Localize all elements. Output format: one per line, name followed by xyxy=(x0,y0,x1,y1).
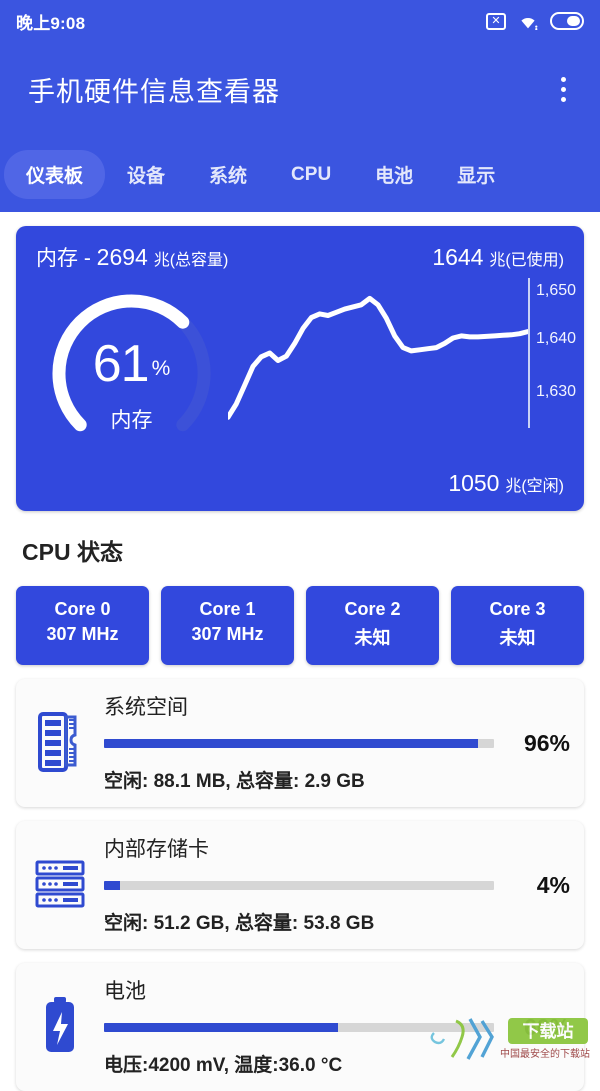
cpu-core-0[interactable]: Core 0 307 MHz xyxy=(16,586,149,665)
progress-bar-fill xyxy=(104,1023,338,1032)
progress-bar-battery xyxy=(104,1023,494,1032)
memory-chart-y-axis: 1,650 1,640 1,630 xyxy=(528,278,600,428)
status-bar-clock: 晚上9:08 xyxy=(16,13,86,33)
tab-cpu[interactable]: CPU xyxy=(269,153,353,197)
stat-card-system-space[interactable]: 系统空间 96% 空闲: 88.1 MB, 总容量: 2.9 GB xyxy=(16,679,584,807)
memory-free: 1050 兆(空闲) xyxy=(448,470,564,497)
y-tick-1650: 1,650 xyxy=(536,282,577,299)
cpu-core-freq: 未知 xyxy=(499,628,536,648)
progress-bar-system-space xyxy=(104,739,494,748)
stat-card-body: 电池 60% 电压:4200 mV, 温度:36.0 °C xyxy=(104,975,570,1077)
stat-card-percent: 4% xyxy=(536,872,570,898)
memory-gauge-percent-symbol: % xyxy=(151,356,171,380)
stat-card-percent: 96% xyxy=(523,730,570,756)
memory-gauge-center: 61% 内存 xyxy=(44,338,219,434)
cpu-core-name: Core 2 xyxy=(344,599,401,619)
memory-card: 内存 - 2694 兆(总容量) 1644 兆(已使用) 61% 内存 1,65… xyxy=(16,226,584,511)
memory-gauge-value-row: 61% xyxy=(44,338,219,390)
memory-free-value: 1050 xyxy=(448,470,500,496)
memory-total: 内存 - 2694 兆(总容量) xyxy=(36,244,229,270)
stat-card-percent: 60% xyxy=(523,1014,570,1040)
cpu-core-2[interactable]: Core 2 未知 xyxy=(306,586,439,665)
memory-total-value: 2694 xyxy=(96,244,148,270)
memory-used-value: 1644 xyxy=(432,244,484,270)
tab-bar: 仪表板 设备 系统 CPU 电池 显示 xyxy=(0,137,600,212)
tab-dashboard[interactable]: 仪表板 xyxy=(4,150,106,199)
battery-icon xyxy=(550,12,584,30)
y-tick-1630: 1,630 xyxy=(536,383,577,400)
page-title: 手机硬件信息查看器 xyxy=(28,77,280,107)
kebab-dot xyxy=(560,77,566,82)
app-bar: 手机硬件信息查看器 xyxy=(0,42,600,137)
tab-display[interactable]: 显示 xyxy=(435,150,517,199)
memory-gauge: 61% 内存 xyxy=(44,286,219,461)
memory-free-unit: 兆(空闲) xyxy=(505,478,564,495)
storage-rack-icon xyxy=(30,847,90,921)
memory-gauge-percent: 61 xyxy=(92,335,150,393)
cpu-core-name: Core 3 xyxy=(489,599,546,619)
progress-bar-fill xyxy=(104,739,479,748)
cpu-core-freq: 未知 xyxy=(354,628,391,648)
kebab-dot xyxy=(560,97,566,102)
cpu-core-freq: 307 MHz xyxy=(46,624,119,644)
progress-bar-fill xyxy=(104,881,120,890)
stat-card-subtitle: 空闲: 88.1 MB, 总容量: 2.9 GB xyxy=(104,771,365,792)
memory-total-unit: 兆(总容量) xyxy=(153,252,229,269)
cpu-core-name: Core 1 xyxy=(199,599,256,619)
memory-card-body: 61% 内存 1,650 1,640 1,630 xyxy=(36,272,576,467)
battery-bolt-icon xyxy=(30,989,90,1063)
stat-card-progress-row: 96% xyxy=(104,730,570,757)
cpu-section-title: CPU 状态 xyxy=(22,539,123,565)
stat-card-progress-row: 4% xyxy=(104,872,570,899)
memory-used-unit: 兆(已使用) xyxy=(489,252,564,269)
stat-card-title: 系统空间 xyxy=(104,696,188,719)
overflow-menu-icon[interactable] xyxy=(550,73,576,107)
tab-battery[interactable]: 电池 xyxy=(353,150,435,199)
memory-usage-chart xyxy=(225,278,531,428)
close-box-icon: ✕ xyxy=(486,12,506,30)
stat-card-body: 内部存储卡 4% 空闲: 51.2 GB, 总容量: 53.8 GB xyxy=(104,833,570,935)
memory-card-header: 内存 - 2694 兆(总容量) 1644 兆(已使用) xyxy=(36,242,564,272)
status-bar: 晚上9:08 ✕ xyxy=(0,0,600,42)
stat-card-subtitle: 电压:4200 mV, 温度:36.0 °C xyxy=(104,1055,343,1076)
cpu-core-list: Core 0 307 MHz Core 1 307 MHz Core 2 未知 … xyxy=(16,586,584,665)
memory-used: 1644 兆(已使用) xyxy=(432,244,564,271)
status-bar-icons: ✕ xyxy=(486,12,584,30)
cpu-core-3[interactable]: Core 3 未知 xyxy=(451,586,584,665)
stat-card-title: 电池 xyxy=(104,980,146,1003)
stat-card-internal-storage[interactable]: 内部存储卡 4% 空闲: 51.2 GB, 总容量: 53.8 GB xyxy=(16,821,584,949)
wifi-icon xyxy=(517,13,539,30)
tab-device[interactable]: 设备 xyxy=(105,150,187,199)
stat-card-battery[interactable]: 电池 60% 电压:4200 mV, 温度:36.0 °C xyxy=(16,963,584,1091)
cpu-core-name: Core 0 xyxy=(54,599,111,619)
stat-card-body: 系统空间 96% 空闲: 88.1 MB, 总容量: 2.9 GB xyxy=(104,691,570,793)
stat-card-progress-row: 60% xyxy=(104,1014,570,1041)
progress-bar-internal-storage xyxy=(104,881,494,890)
memory-gauge-label: 内存 xyxy=(110,409,153,432)
cpu-core-freq: 307 MHz xyxy=(191,624,264,644)
cpu-core-1[interactable]: Core 1 307 MHz xyxy=(161,586,294,665)
stat-card-title: 内部存储卡 xyxy=(104,838,209,861)
tab-system[interactable]: 系统 xyxy=(187,150,269,199)
stat-card-subtitle: 空闲: 51.2 GB, 总容量: 53.8 GB xyxy=(104,913,375,934)
kebab-dot xyxy=(560,87,566,92)
dashboard-content: 内存 - 2694 兆(总容量) 1644 兆(已使用) 61% 内存 1,65… xyxy=(0,212,600,1091)
ram-stick-icon xyxy=(30,705,90,779)
y-tick-1640: 1,640 xyxy=(536,330,577,347)
